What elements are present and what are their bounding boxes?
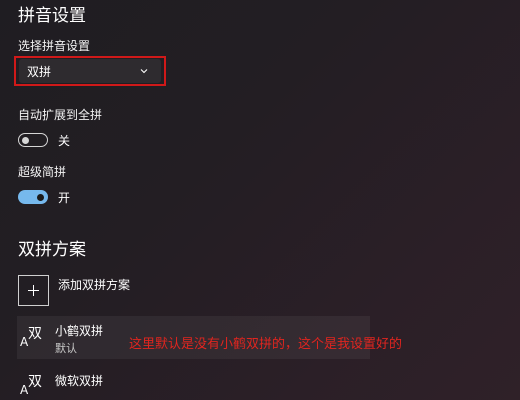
add-scheme-button[interactable] — [18, 275, 49, 306]
svg-text:双: 双 — [28, 326, 42, 342]
pinyin-select-value: 双拼 — [27, 64, 52, 79]
ime-language-icon: A 双 — [20, 374, 42, 396]
pinyin-select-dropdown[interactable]: 双拼 — [19, 59, 161, 83]
auto-expand-state: 关 — [58, 134, 71, 148]
scheme-default-badge: 默认 — [55, 342, 77, 355]
svg-text:双: 双 — [28, 374, 42, 390]
auto-expand-label: 自动扩展到全拼 — [18, 108, 103, 122]
toggle-knob — [22, 136, 29, 144]
super-simple-label: 超级简拼 — [18, 165, 67, 179]
toggle-knob — [37, 193, 44, 201]
annotation-text: 这里默认是没有小鹤双拼的，这个是我设置好的 — [129, 337, 403, 352]
super-simple-toggle[interactable] — [18, 190, 48, 204]
scheme-name: 小鹤双拼 — [55, 324, 104, 338]
chevron-down-icon — [140, 69, 148, 74]
add-scheme-label[interactable]: 添加双拼方案 — [58, 276, 130, 293]
ime-language-icon: A 双 — [20, 326, 42, 348]
scheme-item-microsoft[interactable]: 微软双拼 — [55, 372, 103, 389]
shuangpin-section-title: 双拼方案 — [18, 240, 86, 260]
page-title: 拼音设置 — [18, 6, 86, 26]
pinyin-select-label: 选择拼音设置 — [18, 39, 91, 53]
super-simple-state: 开 — [58, 191, 71, 205]
plus-icon-stroke — [33, 285, 34, 296]
auto-expand-toggle[interactable] — [18, 133, 48, 147]
